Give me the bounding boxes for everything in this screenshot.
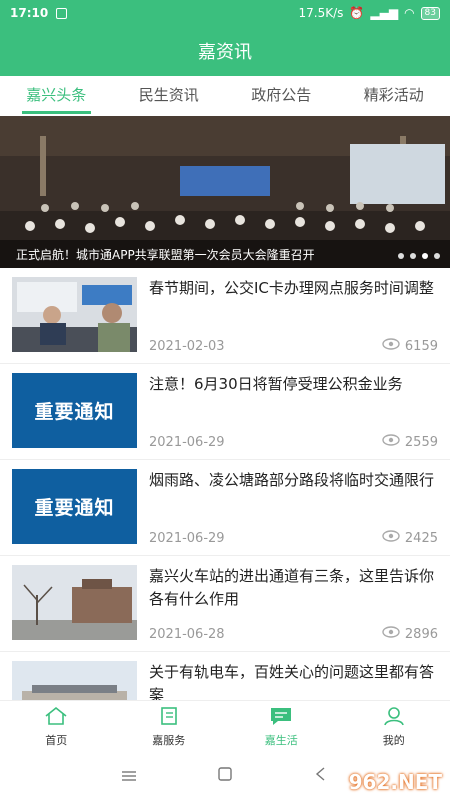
article-thumbnail: 重要通知 (12, 373, 137, 448)
watermark-logo: 962.NET (348, 770, 442, 794)
list-item[interactable]: 嘉兴火车站的进出通道有三条，这里告诉你各有什么作用 2021-06-28 289… (0, 556, 450, 652)
list-item[interactable]: 重要通知 注意！6月30日将暂停受理公积金业务 2021-06-29 2559 (0, 364, 450, 460)
list-item[interactable]: 重要通知 烟雨路、凌公塘路部分路段将临时交通限行 2021-06-29 2425 (0, 460, 450, 556)
article-title: 关于有轨电车，百姓关心的问题这里都有答案 (149, 663, 435, 700)
carousel-dot (410, 253, 416, 259)
sim-icon (56, 7, 68, 19)
tab-livelihood-news[interactable]: 民生资讯 (113, 76, 226, 116)
nav-label: 嘉生活 (264, 733, 298, 747)
home-square-icon[interactable] (217, 766, 233, 786)
service-icon (157, 706, 181, 729)
banner-carousel[interactable]: 正式启航！城市通APP共享联盟第一次会员大会隆重召开 (0, 116, 450, 268)
chat-icon (269, 706, 293, 729)
signal-icon: ▂▄▆ (370, 6, 399, 20)
list-item[interactable]: 春节期间，公交IC卡办理网点服务时间调整 2021-02-03 6159 (0, 268, 450, 364)
article-date: 2021-02-03 (149, 338, 225, 354)
carousel-dot (398, 253, 404, 259)
view-count: 6159 (404, 338, 438, 354)
menu-icon[interactable] (121, 767, 137, 786)
article-date: 2021-06-29 (149, 434, 225, 450)
nav-life[interactable]: 嘉生活 (225, 701, 338, 752)
news-list: 春节期间，公交IC卡办理网点服务时间调整 2021-02-03 6159 重要通… (0, 268, 450, 700)
back-icon[interactable] (313, 766, 329, 786)
view-count: 2559 (404, 434, 438, 450)
bottom-navigation: 首页 嘉服务 嘉生活 我的 (0, 700, 450, 752)
net-speed: 17.5K/s (298, 6, 344, 20)
article-title: 烟雨路、凌公塘路部分路段将临时交通限行 (149, 471, 435, 489)
eye-icon (382, 434, 400, 450)
nav-home[interactable]: 首页 (0, 701, 113, 752)
article-title: 嘉兴火车站的进出通道有三条，这里告诉你各有什么作用 (149, 567, 435, 608)
article-date: 2021-06-28 (149, 626, 225, 642)
tab-jiaxing-headlines[interactable]: 嘉兴头条 (0, 76, 113, 116)
eye-icon (382, 626, 400, 642)
carousel-dot-active (422, 253, 428, 259)
carousel-indicator (398, 253, 440, 259)
eye-icon (382, 338, 400, 354)
carousel-dot (434, 253, 440, 259)
nav-label: 首页 (45, 733, 68, 747)
eye-icon (382, 530, 400, 546)
nav-label: 嘉服务 (152, 733, 186, 747)
nav-label: 我的 (382, 733, 405, 747)
profile-icon (382, 706, 406, 729)
view-count: 2896 (404, 626, 438, 642)
article-thumbnail (12, 565, 137, 640)
article-thumbnail: 重要通知 (12, 469, 137, 544)
article-date: 2021-06-29 (149, 530, 225, 546)
list-item[interactable]: 关于有轨电车，百姓关心的问题这里都有答案 (0, 652, 450, 700)
banner-caption: 正式启航！城市通APP共享联盟第一次会员大会隆重召开 (0, 240, 450, 268)
alarm-icon: ⏰ (349, 6, 365, 20)
article-thumbnail (12, 661, 137, 700)
app-title: 嘉资讯 (0, 26, 450, 76)
status-bar: 17:10 17.5K/s ⏰ ▂▄▆ ◠ 83 (0, 0, 450, 26)
wifi-icon: ◠ (404, 6, 415, 20)
view-count: 2425 (404, 530, 438, 546)
home-icon (44, 706, 68, 729)
category-tabs: 嘉兴头条 民生资讯 政府公告 精彩活动 (0, 76, 450, 116)
article-title: 注意！6月30日将暂停受理公积金业务 (149, 375, 403, 393)
nav-service[interactable]: 嘉服务 (113, 701, 226, 752)
article-title: 春节期间，公交IC卡办理网点服务时间调整 (149, 279, 434, 297)
tab-government-notices[interactable]: 政府公告 (225, 76, 338, 116)
article-thumbnail (12, 277, 137, 352)
nav-profile[interactable]: 我的 (338, 701, 450, 752)
battery-icon: 83 (420, 6, 440, 20)
tab-activities[interactable]: 精彩活动 (338, 76, 450, 116)
status-time: 17:10 (10, 6, 49, 20)
